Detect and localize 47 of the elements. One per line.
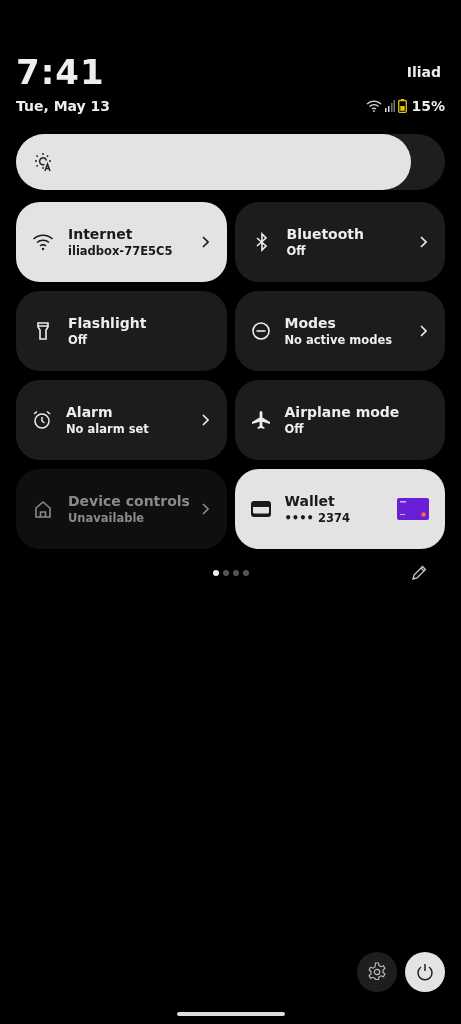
- power-icon: [416, 963, 434, 981]
- tile-title: Internet: [68, 226, 134, 242]
- wallet-icon: [250, 501, 271, 517]
- tile-title: Modes: [284, 315, 337, 331]
- power-button[interactable]: [405, 952, 445, 992]
- tile-subtitle: Off: [68, 333, 89, 347]
- page-dot[interactable]: [242, 570, 249, 576]
- quick-tile[interactable]: Bluetooth Off: [234, 202, 445, 282]
- tile-title: Device controls: [68, 493, 191, 509]
- signal-icon: [385, 100, 396, 112]
- edit-icon[interactable]: [411, 565, 427, 581]
- battery-percent: 15%: [411, 98, 445, 114]
- wifi-icon: [366, 100, 383, 112]
- tile-subtitle: No alarm set: [66, 422, 150, 436]
- quick-tile[interactable]: Airplane mode Off: [234, 380, 445, 460]
- carrier-name: Iliad: [406, 64, 441, 80]
- tile-subtitle: Unavailable: [68, 511, 146, 525]
- payment-card-icon: [397, 498, 429, 520]
- wallet-tile[interactable]: Wallet •••• 2374: [234, 469, 445, 549]
- tile-subtitle: iliadbox-77E5C5: [68, 244, 174, 258]
- tile-title: Bluetooth: [286, 226, 366, 242]
- wifi-icon: [32, 233, 54, 251]
- settings-button[interactable]: [357, 952, 397, 992]
- tile-title: Flashlight: [68, 315, 148, 331]
- page-dot[interactable]: [232, 570, 239, 576]
- quick-tile[interactable]: Internet iliadbox-77E5C5: [16, 202, 227, 282]
- alarm-clock-icon: [32, 410, 52, 430]
- auto-brightness-icon: [34, 152, 54, 172]
- tile-subtitle: Off: [284, 422, 305, 436]
- tile-subtitle: No active modes: [284, 333, 394, 347]
- date-text: Tue, May 13: [16, 98, 111, 114]
- quick-tile[interactable]: Alarm No alarm set: [16, 380, 227, 460]
- battery-icon: [398, 99, 408, 113]
- home-icon: [32, 500, 54, 518]
- page-dot[interactable]: [222, 570, 229, 576]
- tile-title: Alarm: [66, 404, 114, 420]
- tile-subtitle: Off: [286, 244, 307, 258]
- page-dot[interactable]: [212, 570, 219, 576]
- settings-icon: [367, 962, 387, 982]
- tile-title: Wallet: [284, 493, 336, 509]
- clock-time: 7:41: [16, 52, 105, 92]
- tile-subtitle: •••• 2374: [284, 511, 351, 525]
- quick-tile[interactable]: Modes No active modes: [234, 291, 445, 371]
- quick-tile[interactable]: Flashlight Off: [16, 291, 227, 371]
- tile-title: Airplane mode: [284, 404, 401, 420]
- airplane-icon: [250, 410, 271, 430]
- minus-circle-icon: [250, 321, 271, 341]
